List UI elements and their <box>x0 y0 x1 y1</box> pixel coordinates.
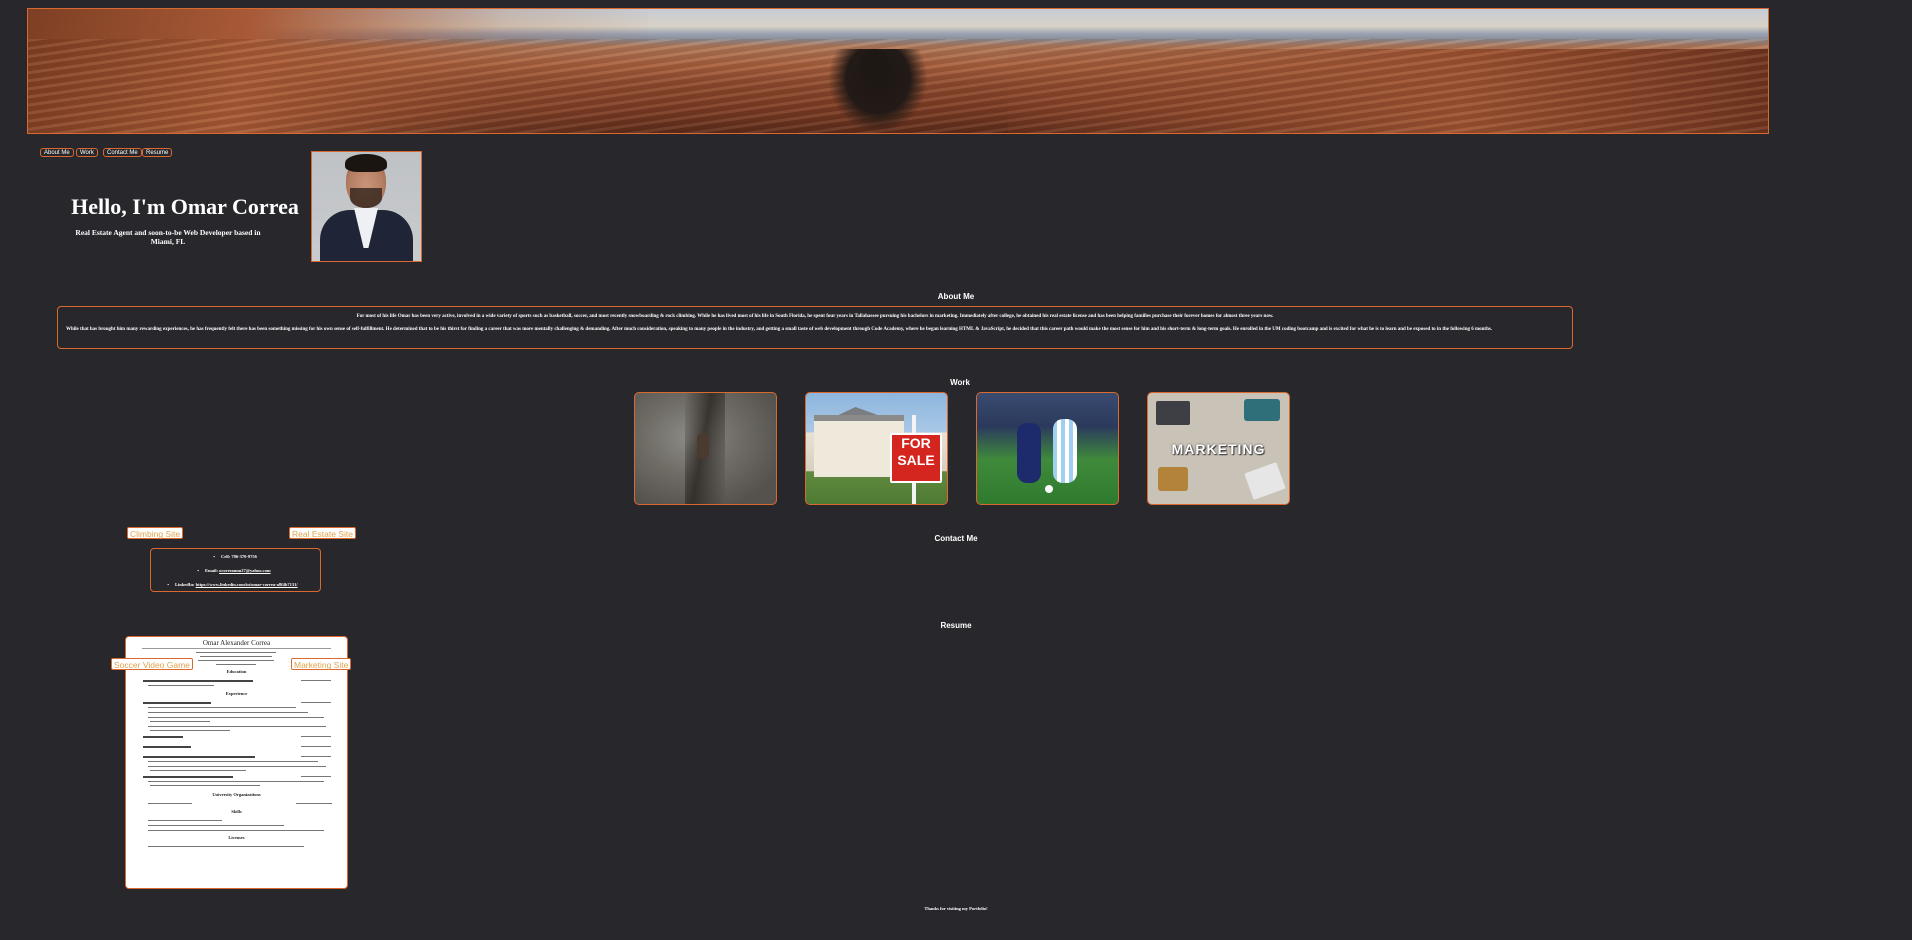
profile-photo <box>311 151 422 262</box>
climber-figure <box>697 433 709 459</box>
resume-text-line <box>143 756 255 758</box>
contact-linkedin-row: • LinkedIn: https://www.linkedin.com/in/o… <box>167 582 298 587</box>
resume-text-line <box>143 736 183 738</box>
contact-cell-row: • Cell: 786-370-9756 <box>213 554 257 559</box>
resume-text-line <box>148 820 222 821</box>
resume-text-line <box>148 825 284 826</box>
resume-section-experience: Experience <box>225 691 248 696</box>
desk-laptop <box>1156 401 1190 425</box>
nav-work-button[interactable]: Work <box>76 148 98 157</box>
resume-section-organizations: University Organizations <box>212 792 261 797</box>
resume-text-line <box>301 776 331 777</box>
work-tile-climbing[interactable] <box>634 392 777 505</box>
resume-text-line <box>148 707 296 708</box>
resume-heading: Resume <box>940 621 972 630</box>
resume-text-line <box>150 721 210 722</box>
header-banner <box>27 8 1769 134</box>
nav-resume-button[interactable]: Resume <box>142 148 173 157</box>
resume-section-skills: Skills <box>231 809 242 814</box>
about-heading: About Me <box>937 292 975 301</box>
resume-text-line <box>148 830 324 831</box>
resume-text-line <box>143 680 253 682</box>
contact-email-link[interactable]: ocorreamm27@yahoo.com <box>219 568 270 573</box>
resume-text-line <box>148 766 326 767</box>
resume-text-line <box>148 712 308 713</box>
work-heading: Work <box>950 378 970 387</box>
nav-contact-button[interactable]: Contact Me <box>103 148 142 157</box>
profile-hair <box>345 154 387 172</box>
hero-subtitle: Real Estate Agent and soon-to-be Web Dev… <box>75 228 261 246</box>
footer-text: Thanks for visiting my Portfolio! <box>924 906 988 911</box>
soccer-player-1 <box>1017 423 1041 483</box>
work-tile-marketing[interactable]: MARKETING <box>1147 392 1290 505</box>
about-paragraph-1: For most of his life Omar has been very … <box>356 314 1274 319</box>
resume-text-line <box>301 756 331 757</box>
work-tile-real-estate[interactable]: FOR SALE <box>805 392 948 505</box>
resume-text-line <box>301 746 331 747</box>
resume-text-line <box>200 656 272 657</box>
resume-text-line <box>148 685 214 686</box>
resume-text-line <box>148 781 324 782</box>
contact-email-label: Email: <box>205 568 218 573</box>
soccer-video-game-link[interactable]: Soccer Video Game <box>111 658 193 670</box>
resume-name: Omar Alexander Correa <box>202 639 271 647</box>
desk-phone <box>1244 462 1286 500</box>
resume-text-line <box>148 761 318 762</box>
resume-text-line <box>198 660 274 661</box>
resume-document[interactable]: Omar Alexander Correa Education Experien… <box>125 636 348 889</box>
contact-heading: Contact Me <box>934 534 978 543</box>
resume-text-line <box>148 726 326 727</box>
resume-text-line <box>150 770 246 771</box>
contact-cell: Cell: 786-370-9756 <box>221 554 257 559</box>
about-box: For most of his life Omar has been very … <box>57 306 1573 349</box>
marketing-site-link[interactable]: Marketing Site <box>291 658 352 670</box>
resume-text-line <box>150 785 260 786</box>
banner-silhouette-head <box>860 49 888 79</box>
desk-notebook <box>1158 467 1188 491</box>
contact-email-row: • Email: ocorreamm27@yahoo.com <box>197 568 271 573</box>
resume-text-line <box>150 730 230 731</box>
resume-text-line <box>143 702 211 704</box>
marketing-overlay-text: MARKETING <box>1171 441 1266 457</box>
resume-text-line <box>301 680 331 681</box>
soccer-ball <box>1045 485 1053 493</box>
resume-text-line <box>148 803 192 804</box>
nav-about-button[interactable]: About Me <box>40 148 74 157</box>
soccer-player-2 <box>1053 419 1077 483</box>
resume-section-licenses: Licenses <box>228 835 245 840</box>
resume-text-line <box>143 776 233 778</box>
resume-text-line <box>296 803 332 804</box>
contact-box: • Cell: 786-370-9756 • Email: ocorreamm27@… <box>150 548 321 592</box>
resume-text-line <box>301 702 331 703</box>
resume-text-line <box>148 846 304 847</box>
hero-title: Hello, I'm Omar Correa <box>71 194 299 219</box>
desk-tablet <box>1244 399 1280 421</box>
resume-divider <box>142 648 331 649</box>
resume-text-line <box>301 736 331 737</box>
contact-linkedin-link[interactable]: https://www.linkedin.com/in/omar-correa-… <box>196 582 298 587</box>
resume-text-line <box>196 652 276 653</box>
work-tile-soccer[interactable] <box>976 392 1119 505</box>
resume-text-line <box>148 717 324 718</box>
about-paragraph-2: While that has brought him many rewardin… <box>66 327 1493 332</box>
resume-text-line <box>143 746 191 748</box>
for-sale-sign: FOR SALE <box>890 433 942 483</box>
resume-text-line <box>216 664 256 665</box>
profile-beard <box>350 188 382 208</box>
contact-linkedin-label: LinkedIn: <box>175 582 195 587</box>
